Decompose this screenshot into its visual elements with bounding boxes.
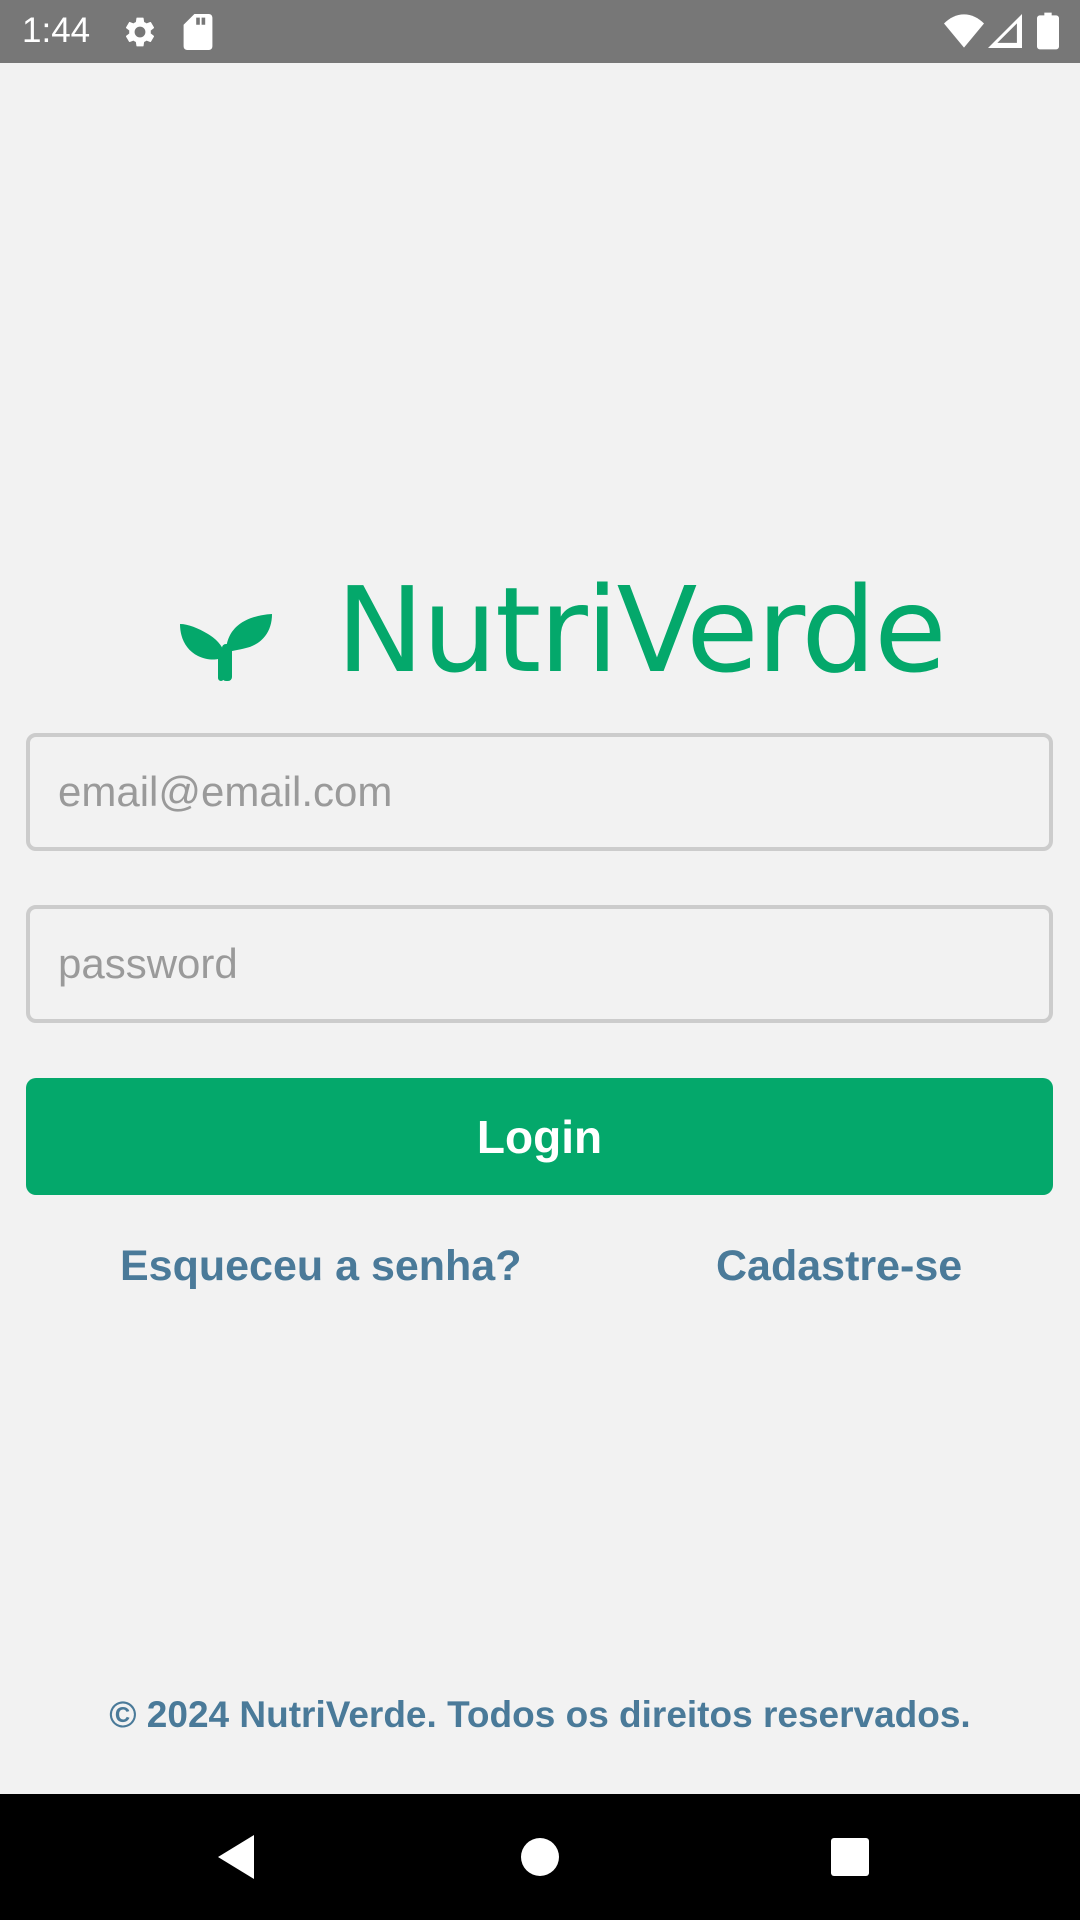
gear-icon: [125, 17, 155, 47]
home-icon[interactable]: [500, 1817, 580, 1897]
signal-icon: [988, 14, 1022, 48]
signup-link[interactable]: Cadastre-se: [716, 1240, 962, 1292]
sprout-icon: [180, 614, 272, 681]
navigation-bar: [0, 1794, 1080, 1920]
battery-icon: [1037, 12, 1059, 50]
app-logo: NutriVerde: [0, 570, 1080, 690]
recents-icon[interactable]: [810, 1817, 890, 1897]
app-name: NutriVerde: [336, 561, 947, 699]
status-time: 1:44: [22, 11, 91, 50]
password-input[interactable]: [26, 905, 1053, 1023]
login-screen: 1:44 NutriVerde Login Esqueceu a sen: [0, 0, 1080, 1920]
login-button[interactable]: Login: [26, 1078, 1053, 1195]
forgot-password-link[interactable]: Esqueceu a senha?: [120, 1240, 522, 1292]
copyright-footer: © 2024 NutriVerde. Todos os direitos res…: [109, 1694, 971, 1735]
sd-card-icon: [183, 14, 213, 50]
email-input[interactable]: [26, 733, 1053, 851]
back-icon[interactable]: [200, 1817, 280, 1897]
wifi-icon: [944, 14, 984, 48]
status-bar: 1:44: [0, 0, 1080, 63]
